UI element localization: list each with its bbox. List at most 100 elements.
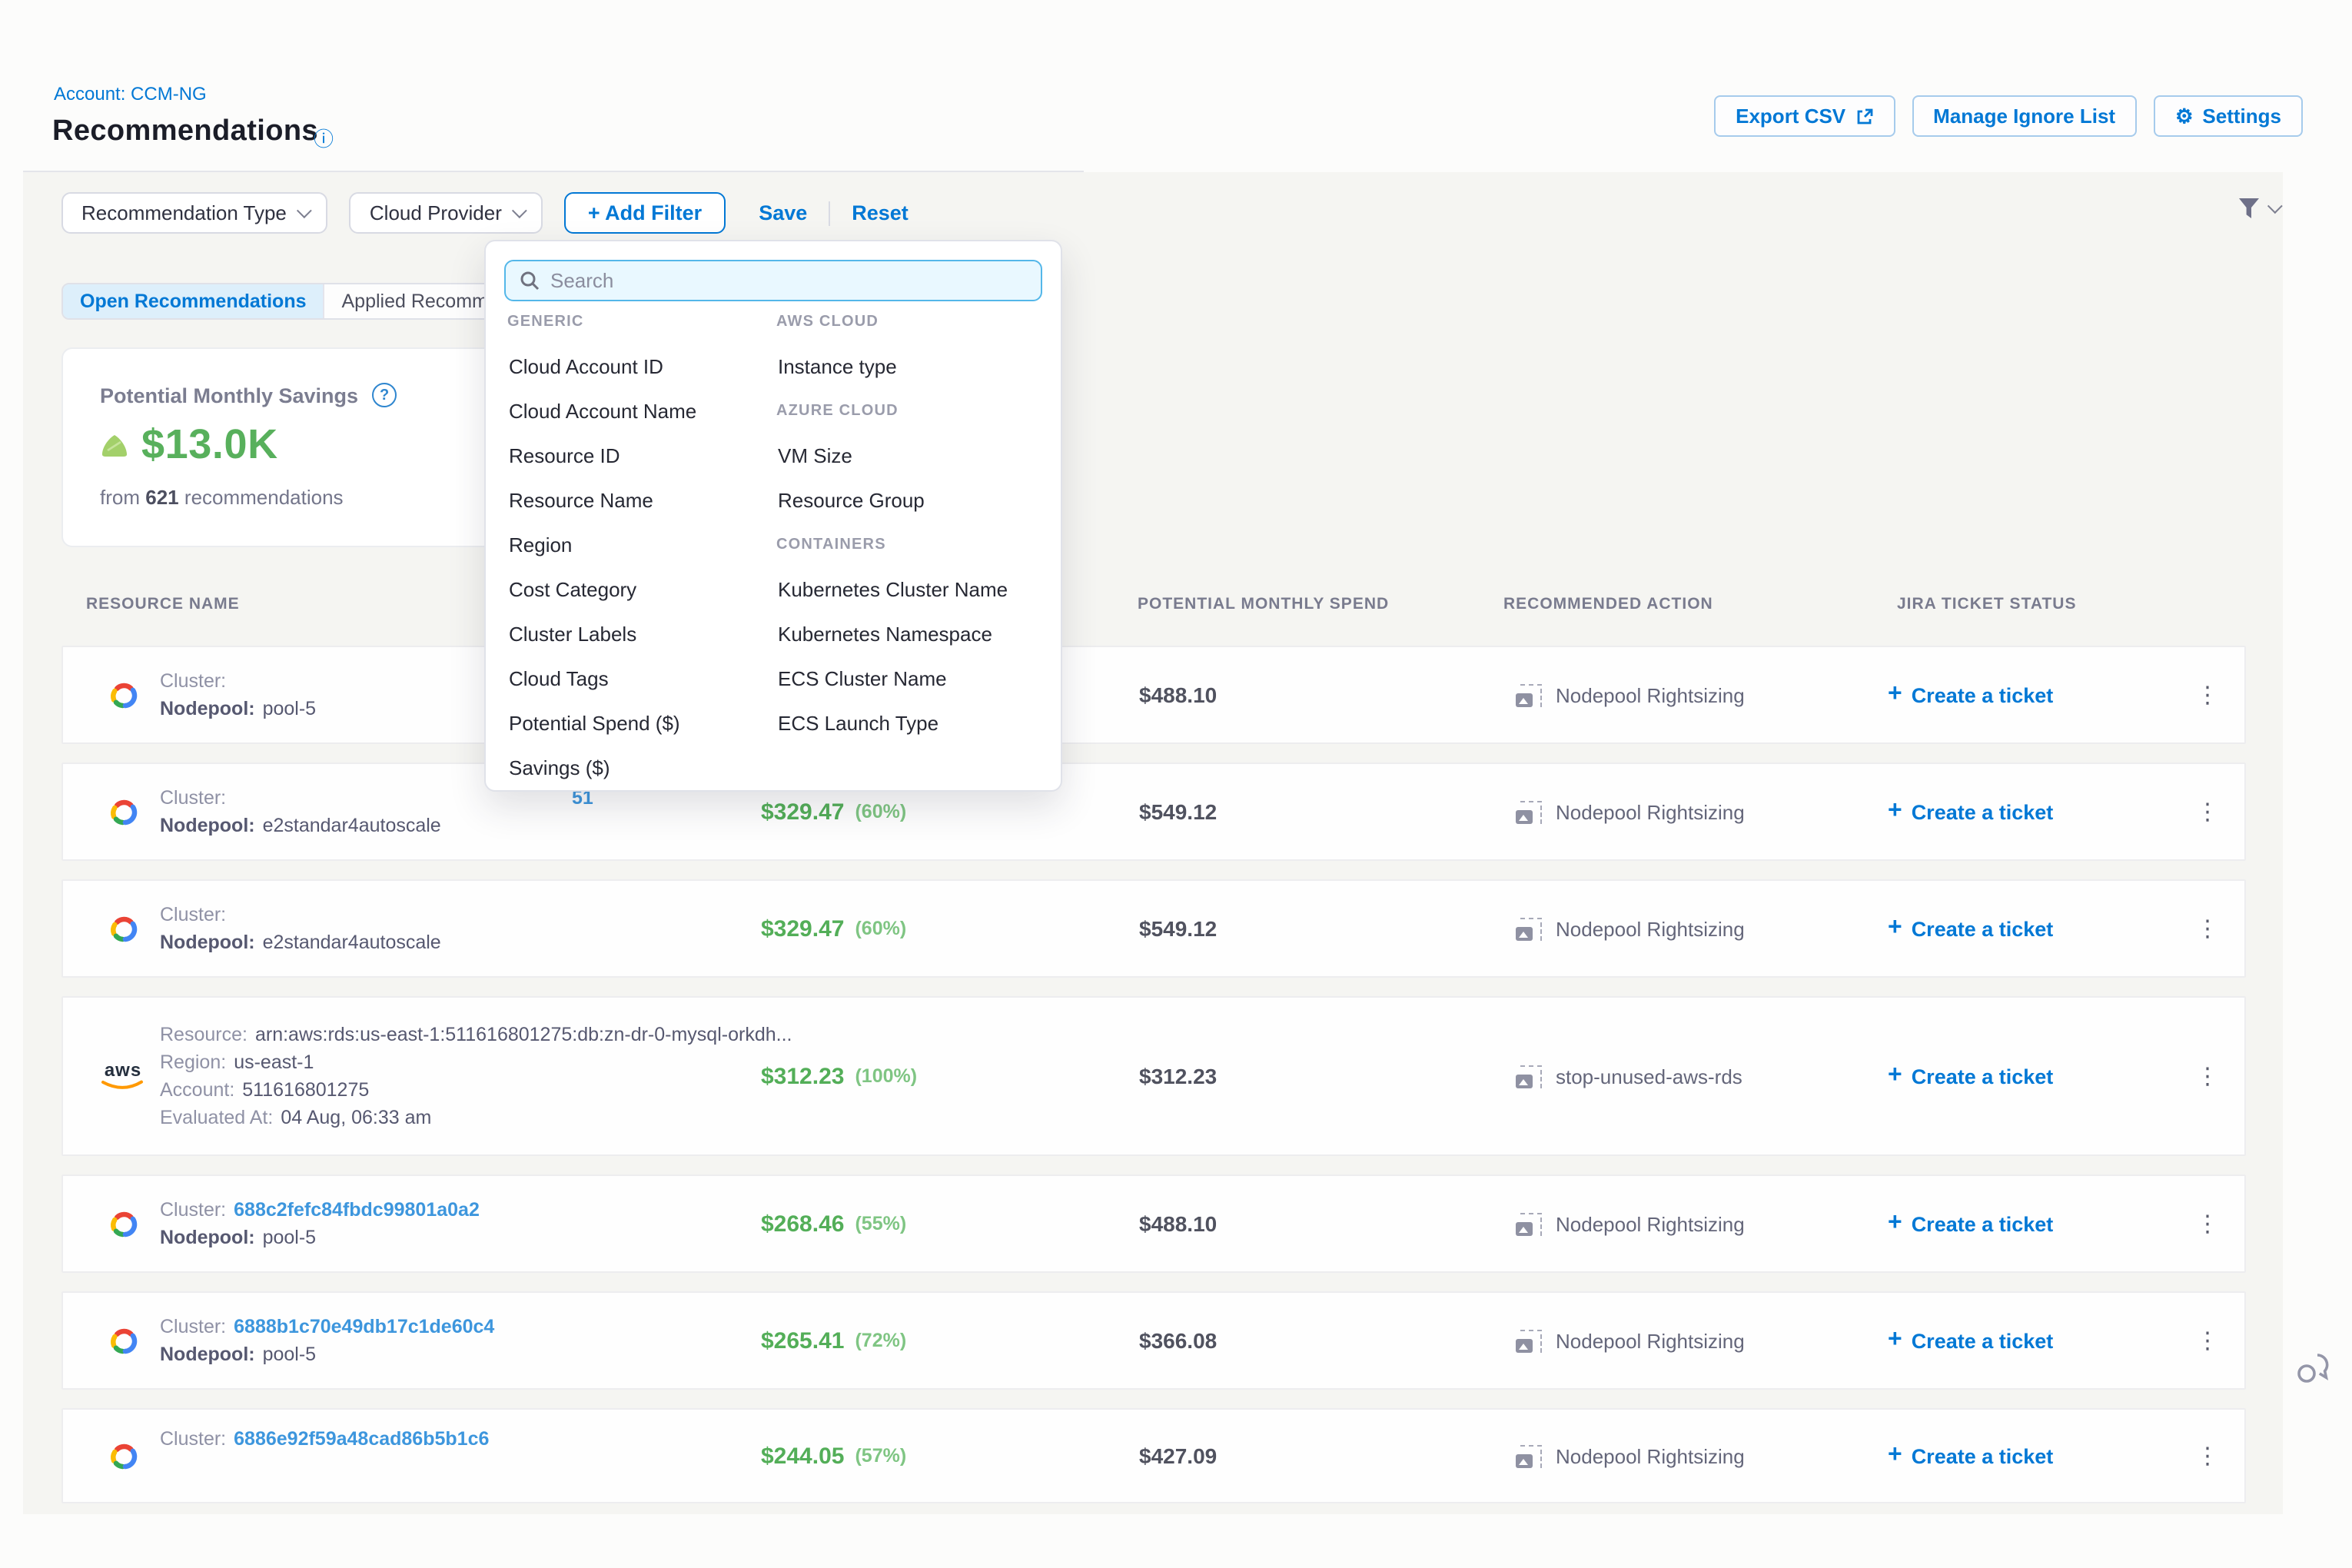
search-input[interactable] [550, 269, 1027, 292]
create-ticket-button[interactable]: + Create a ticket [1888, 1176, 2053, 1271]
recommendations-table: Cluster: Nodepool: pool-5 $488.10 Nodepo… [61, 646, 2246, 1503]
dropdown-filter-option[interactable]: Cost Category [507, 578, 636, 601]
potential-monthly-savings-cell: $268.46 (55%) [761, 1176, 906, 1271]
table-row[interactable]: Cluster: 6886e92f59a48cad86b5b1c6 $244.0… [61, 1408, 2246, 1503]
recommended-action-cell: Nodepool Rightsizing [1516, 1410, 1745, 1502]
dropdown-search-box[interactable] [504, 260, 1042, 301]
resource-field-label: Cluster: [160, 1428, 226, 1450]
dropdown-filter-option[interactable]: Cloud Tags [507, 667, 609, 690]
dropdown-filter-option[interactable]: Kubernetes Cluster Name [776, 578, 1008, 601]
aws-icon: aws [100, 1061, 146, 1091]
table-row[interactable]: Cluster: Nodepool: pool-5 $488.10 Nodepo… [61, 646, 2246, 744]
table-row[interactable]: aws Resource: arn:aws:rds:us-east-1:5116… [61, 996, 2246, 1156]
dropdown-filter-option[interactable]: Resource ID [507, 444, 620, 467]
dropdown-filter-option[interactable]: Cloud Account ID [507, 355, 663, 378]
resource-field-label: Account: [160, 1079, 234, 1101]
dropdown-column-generic: GENERICCloud Account IDCloud Account Nam… [507, 300, 776, 790]
search-icon [520, 271, 540, 291]
recommended-action-label: Nodepool Rightsizing [1556, 683, 1745, 706]
column-recommended-action: RECOMMENDED ACTION [1503, 595, 1713, 613]
potential-monthly-savings-cell: $244.05 (57%) [761, 1410, 906, 1502]
reset-filter-button[interactable]: Reset [852, 201, 909, 224]
resource-field-label: Nodepool: [160, 698, 255, 719]
resource-field-value: pool-5 [263, 1227, 317, 1248]
recommended-action-cell: Nodepool Rightsizing [1516, 764, 1745, 859]
dropdown-filter-option[interactable]: Resource Name [507, 489, 653, 512]
create-ticket-button[interactable]: + Create a ticket [1888, 647, 2053, 742]
savings-card-title: Potential Monthly Savings [100, 384, 358, 407]
page-title: Recommendations [52, 115, 318, 149]
gcp-cloud-icon [105, 1438, 141, 1473]
table-header-row: RESOURCE NAME POTENTIAL MONTHLY SAVINGS … [61, 595, 2246, 616]
filter-panel-toggle[interactable] [2237, 197, 2278, 220]
table-row[interactable]: Cluster: 51 Nodepool: e2standar4autoscal… [61, 762, 2246, 861]
dropdown-column-clouds: AWS CLOUDInstance typeAZURE CLOUDVM Size… [776, 300, 1045, 790]
cluster-link[interactable]: 6886e92f59a48cad86b5b1c6 [234, 1428, 489, 1450]
plus-icon: + [1888, 1443, 1902, 1468]
savings-value: $329.47 [761, 915, 844, 942]
export-csv-button[interactable]: Export CSV [1714, 95, 1895, 137]
row-menu-button[interactable]: ⋮ [2192, 1176, 2223, 1271]
dropdown-filter-option[interactable]: VM Size [776, 444, 852, 467]
add-filter-dropdown: GENERICCloud Account IDCloud Account Nam… [484, 240, 1062, 792]
row-menu-button[interactable]: ⋮ [2192, 881, 2223, 976]
resource-field-label: Cluster: [160, 1316, 226, 1337]
create-ticket-button[interactable]: + Create a ticket [1888, 1410, 2053, 1502]
recommended-action-label: Nodepool Rightsizing [1556, 1329, 1745, 1352]
dropdown-filter-option[interactable]: Savings ($) [507, 756, 610, 779]
row-menu-button[interactable]: ⋮ [2192, 647, 2223, 742]
savings-subtext-prefix: from [100, 486, 140, 509]
savings-percent: (55%) [855, 1213, 906, 1234]
plus-icon: + [1888, 799, 1902, 824]
create-ticket-button[interactable]: + Create a ticket [1888, 1293, 2053, 1388]
row-menu-button[interactable]: ⋮ [2192, 1293, 2223, 1388]
dropdown-filter-option[interactable]: ECS Cluster Name [776, 667, 947, 690]
dropdown-filter-option[interactable]: ECS Launch Type [776, 712, 938, 735]
export-csv-label: Export CSV [1736, 105, 1845, 128]
savings-value: $329.47 [761, 799, 844, 825]
table-row[interactable]: Cluster: Nodepool: e2standar4autoscale $… [61, 879, 2246, 978]
chat-help-icon[interactable] [2294, 1353, 2332, 1387]
table-row[interactable]: Cluster: 6888b1c70e49db17c1de60c4 Nodepo… [61, 1291, 2246, 1390]
dropdown-filter-option[interactable]: Resource Group [776, 489, 925, 512]
dropdown-filter-option[interactable]: Potential Spend ($) [507, 712, 680, 735]
cloud-provider-filter[interactable]: Cloud Provider [350, 192, 543, 234]
tab-open-recommendations[interactable]: Open Recommendations [63, 284, 324, 318]
create-ticket-button[interactable]: + Create a ticket [1888, 998, 2053, 1154]
resource-field-label: Cluster: [160, 787, 226, 809]
info-icon[interactable]: ⓘ [314, 123, 334, 152]
row-menu-button[interactable]: ⋮ [2192, 764, 2223, 859]
row-menu-button[interactable]: ⋮ [2192, 998, 2223, 1154]
column-resource-name: RESOURCE NAME [86, 595, 240, 613]
table-row[interactable]: Cluster: 688c2fefc84fbdc99801a0a2 Nodepo… [61, 1174, 2246, 1273]
rightsizing-action-icon [1516, 917, 1542, 940]
dropdown-filter-option[interactable]: Cloud Account Name [507, 400, 696, 423]
create-ticket-button[interactable]: + Create a ticket [1888, 881, 2053, 976]
provider-icon-cell [100, 647, 146, 742]
resource-name-cell: Resource: arn:aws:rds:us-east-1:51161680… [160, 998, 792, 1154]
funnel-icon [2237, 197, 2261, 220]
add-filter-button[interactable]: + Add Filter [565, 192, 725, 234]
save-filter-button[interactable]: Save [759, 201, 807, 224]
header-divider [23, 171, 1084, 172]
dropdown-filter-option[interactable]: Kubernetes Namespace [776, 623, 992, 646]
row-menu-button[interactable]: ⋮ [2192, 1410, 2223, 1502]
provider-icon-cell: aws [100, 998, 146, 1154]
gcp-cloud-icon [105, 794, 141, 829]
potential-monthly-spend-cell: $312.23 [1139, 998, 1217, 1154]
settings-button[interactable]: ⚙ Settings [2154, 95, 2303, 137]
create-ticket-button[interactable]: + Create a ticket [1888, 764, 2053, 859]
recommendation-type-filter[interactable]: Recommendation Type [61, 192, 328, 234]
dropdown-filter-option[interactable]: Instance type [776, 355, 897, 378]
cluster-link[interactable]: 688c2fefc84fbdc99801a0a2 [234, 1199, 480, 1221]
cluster-link[interactable]: 6888b1c70e49db17c1de60c4 [234, 1316, 494, 1337]
header-actions: Export CSV Manage Ignore List ⚙ Settings [1714, 95, 2303, 137]
recommended-action-cell: Nodepool Rightsizing [1516, 647, 1745, 742]
account-breadcrumb[interactable]: Account: CCM-NG [54, 83, 207, 105]
manage-ignore-list-button[interactable]: Manage Ignore List [1912, 95, 2137, 137]
dropdown-filter-option[interactable]: Region [507, 533, 572, 556]
help-icon[interactable]: ? [372, 383, 397, 407]
gear-icon: ⚙ [2175, 106, 2193, 126]
provider-icon-cell [100, 764, 146, 859]
dropdown-filter-option[interactable]: Cluster Labels [507, 623, 636, 646]
